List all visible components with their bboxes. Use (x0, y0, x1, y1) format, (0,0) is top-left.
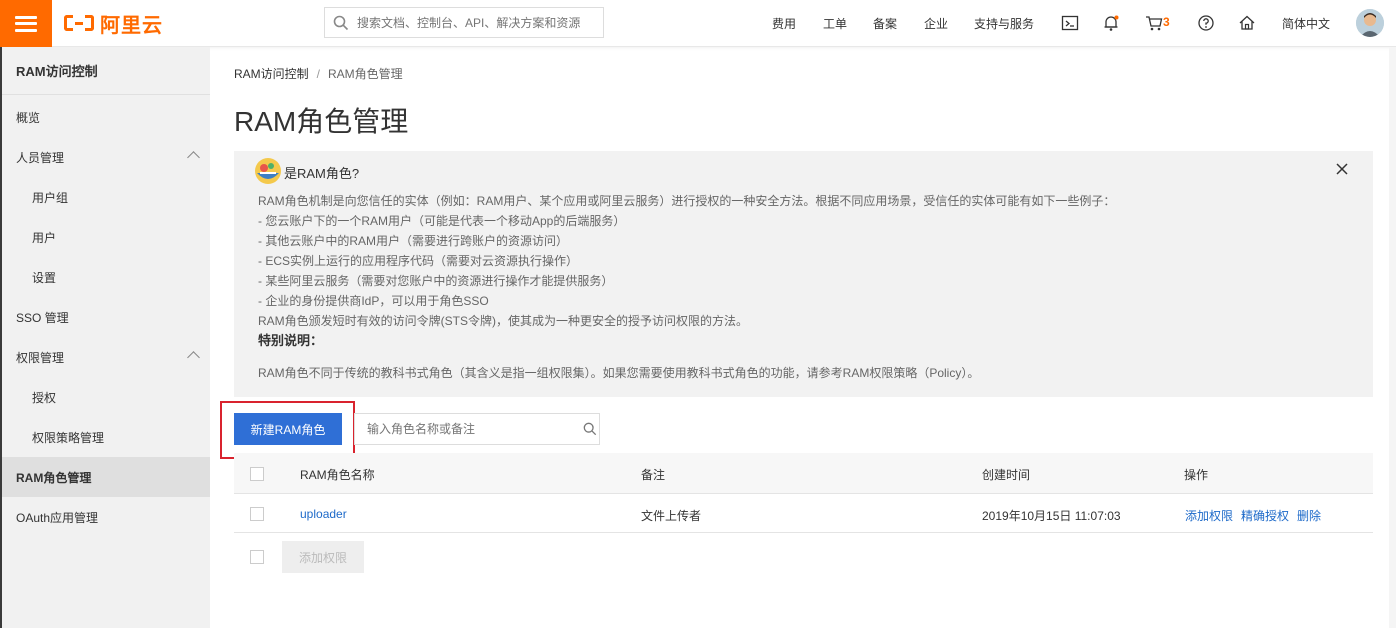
cart-icon[interactable] (1145, 14, 1163, 32)
hamburger-icon (15, 15, 37, 32)
row-checkbox[interactable] (250, 507, 264, 521)
info-line: - ECS实例上运行的应用程序代码（需要对云资源执行操作） (258, 254, 579, 268)
aliyun-logo[interactable]: 阿里云 (64, 10, 163, 37)
sidebar-item-grants[interactable]: 授权 (2, 377, 210, 417)
role-name-link[interactable]: uploader (300, 507, 347, 521)
sidebar-item-identities[interactable]: 人员管理 (2, 137, 210, 177)
info-line: - 某些阿里云服务（需要对您账户中的资源进行操作才能提供服务） (258, 274, 614, 288)
add-permission-link[interactable]: 添加权限 (1185, 507, 1233, 524)
table-row: uploader 文件上传者 2019年10月15日 11:07:03 添加权限… (234, 494, 1373, 533)
global-search-input[interactable] (357, 15, 597, 30)
create-ram-role-button[interactable]: 新建RAM角色 (234, 413, 342, 445)
sidebar-item-label: 权限策略管理 (32, 430, 105, 445)
info-line: - 企业的身份提供商IdP，可以用于角色SSO (258, 294, 489, 308)
global-search-box[interactable] (324, 7, 604, 38)
breadcrumb: RAM访问控制 / RAM角色管理 (234, 65, 403, 82)
table-header: RAM角色名称 备注 创建时间 操作 (234, 453, 1373, 494)
column-header-actions: 操作 (1184, 468, 1209, 482)
search-icon[interactable] (583, 422, 597, 436)
role-search-input[interactable] (367, 422, 577, 436)
sidebar-item-oauth-apps[interactable]: OAuth应用管理 (2, 497, 210, 537)
breadcrumb-root[interactable]: RAM访问控制 (234, 67, 309, 81)
language-switcher[interactable]: 简体中文 (1282, 15, 1330, 32)
info-panel: 是RAM角色? RAM角色机制是向您信任的实体（例如：RAM用户、某个应用或阿里… (234, 151, 1373, 397)
nav-fees[interactable]: 费用 (772, 15, 796, 32)
special-note-text: RAM角色不同于传统的教科书式角色（其含义是指一组权限集）。如果您需要使用教科书… (258, 366, 980, 380)
role-created-time: 2019年10月15日 11:07:03 (982, 509, 1121, 523)
info-illustration-icon (255, 158, 281, 184)
breadcrumb-separator: / (316, 67, 321, 81)
home-icon[interactable] (1238, 14, 1256, 32)
sidebar-item-groups[interactable]: 用户组 (2, 177, 210, 217)
sidebar-item-users[interactable]: 用户 (2, 217, 210, 257)
sidebar-item-overview[interactable]: 概览 (2, 97, 210, 137)
search-icon (333, 15, 349, 30)
user-avatar[interactable] (1356, 9, 1384, 37)
sidebar: RAM访问控制 概览 人员管理 用户组 用户 设置 SSO 管理 权限管理 授权… (0, 47, 210, 628)
special-note-title: 特别说明： (258, 333, 324, 348)
help-icon[interactable] (1197, 14, 1215, 32)
role-filter-box[interactable] (354, 413, 600, 445)
column-header-created: 创建时间 (982, 468, 1031, 482)
sidebar-item-settings[interactable]: 设置 (2, 257, 210, 297)
info-body: RAM角色机制是向您信任的实体（例如：RAM用户、某个应用或阿里云服务）进行授权… (258, 191, 1348, 383)
avatar-icon (1356, 9, 1384, 37)
chevron-up-icon (187, 151, 200, 164)
info-title: 是RAM角色? (284, 166, 360, 181)
scrollbar[interactable] (1389, 47, 1396, 628)
sidebar-item-label: SSO 管理 (16, 310, 69, 325)
column-header-note: 备注 (641, 468, 666, 482)
sidebar-item-label: 用户组 (32, 190, 69, 205)
chevron-up-icon (187, 351, 200, 364)
sidebar-item-label: 权限管理 (16, 350, 65, 365)
info-line: - 您云账户下的一个RAM用户（可能是代表一个移动App的后端服务） (258, 214, 626, 228)
sidebar-item-policies[interactable]: 权限策略管理 (2, 417, 210, 457)
bulk-add-permission-button[interactable]: 添加权限 (282, 541, 364, 573)
breadcrumb-current: RAM角色管理 (328, 67, 403, 81)
sidebar-item-sso[interactable]: SSO 管理 (2, 297, 210, 337)
sidebar-title: RAM访问控制 (2, 47, 210, 95)
sidebar-item-label: 概览 (16, 110, 41, 125)
precise-grant-link[interactable]: 精确授权 (1241, 507, 1289, 524)
info-line: RAM角色机制是向您信任的实体（例如：RAM用户、某个应用或阿里云服务）进行授权… (258, 194, 1116, 208)
close-icon[interactable] (1335, 162, 1349, 176)
aliyun-logo-icon (64, 13, 94, 33)
sidebar-item-ram-roles[interactable]: RAM角色管理 (2, 457, 210, 497)
nav-enterprise[interactable]: 企业 (924, 15, 948, 32)
select-all-checkbox[interactable] (250, 467, 264, 481)
sidebar-item-permissions[interactable]: 权限管理 (2, 337, 210, 377)
logo-text: 阿里云 (100, 14, 163, 37)
bulk-select-checkbox[interactable] (250, 550, 264, 564)
column-header-role-name: RAM角色名称 (300, 468, 375, 482)
sidebar-item-label: 授权 (32, 390, 57, 405)
delete-link[interactable]: 删除 (1297, 507, 1321, 524)
info-line: - 其他云账户中的RAM用户（需要进行跨账户的资源访问） (258, 234, 568, 248)
role-note: 文件上传者 (641, 509, 702, 523)
page-title: RAM角色管理 (234, 106, 409, 137)
top-navigation-bar: 阿里云 费用 工单 备案 企业 支持与服务 3 简体中文 (0, 0, 1396, 47)
info-line: RAM角色颁发短时有效的访问令牌(STS令牌)，使其成为一种更安全的授予访问权限… (258, 314, 748, 328)
sidebar-item-label: OAuth应用管理 (16, 510, 99, 525)
cart-count-badge: 3 (1163, 15, 1170, 29)
nav-tickets[interactable]: 工单 (823, 15, 847, 32)
hamburger-menu-button[interactable] (0, 0, 52, 47)
nav-icp-filing[interactable]: 备案 (873, 15, 897, 32)
sidebar-item-label: 设置 (32, 270, 57, 285)
bell-icon[interactable] (1102, 14, 1120, 32)
terminal-icon[interactable] (1061, 14, 1079, 32)
sidebar-item-label: RAM角色管理 (16, 470, 92, 485)
sidebar-item-label: 用户 (32, 230, 57, 245)
nav-support[interactable]: 支持与服务 (974, 15, 1034, 32)
sidebar-item-label: 人员管理 (16, 150, 65, 165)
